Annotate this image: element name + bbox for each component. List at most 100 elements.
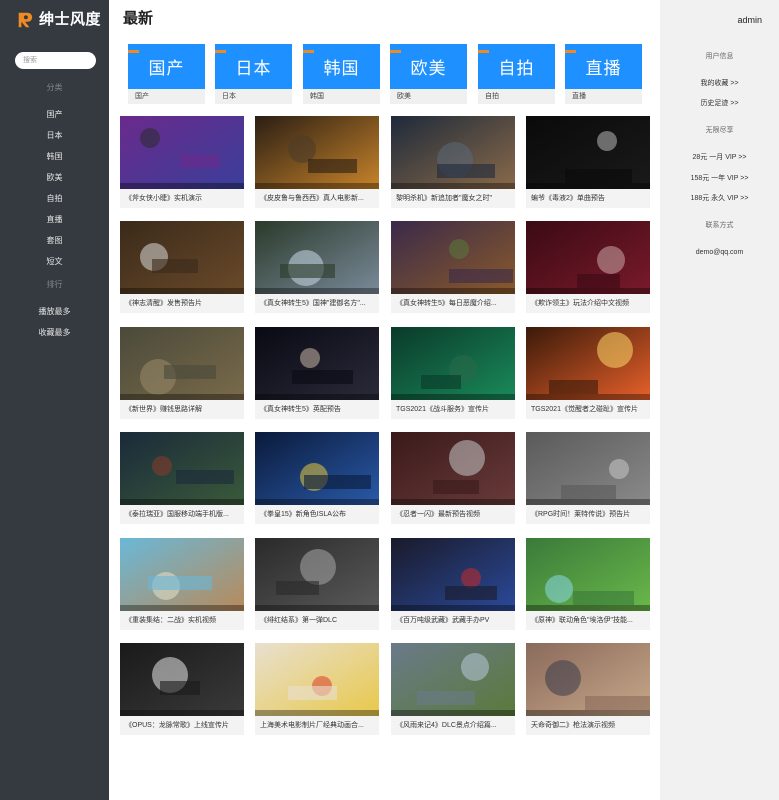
category-list: 国产 日本 韩国 欧美 自拍 直播 套图 短文	[0, 104, 109, 272]
video-caption[interactable]: 《绯红结系》第一弹DLC	[260, 616, 376, 625]
sidebar-item-guochan[interactable]: 国产	[0, 104, 109, 125]
video-thumbnail[interactable]	[255, 538, 379, 611]
video-thumbnail[interactable]	[391, 116, 515, 189]
video-thumbnail[interactable]	[255, 643, 379, 716]
vip-lifetime-link[interactable]: 188元 永久 VIP >>	[660, 194, 779, 203]
video-thumbnail[interactable]	[120, 221, 244, 294]
video-thumbnail[interactable]	[255, 221, 379, 294]
thumbnail-art	[391, 221, 515, 294]
video-caption[interactable]: 《欺诈领主》玩法介绍中文视频	[531, 299, 647, 308]
video-caption[interactable]: 《重装集结：二战》实机视频	[125, 616, 241, 625]
video-thumbnail[interactable]	[120, 432, 244, 505]
category-card-oumei[interactable]: 欧美 欧美	[390, 44, 467, 104]
video-caption[interactable]: TGS2021《战斗服务》宣传片	[396, 405, 512, 414]
username[interactable]: admin	[737, 15, 762, 25]
video-card[interactable]: 《真女神转生5》国神"建御名方"...	[255, 221, 379, 313]
sidebar-item-oumei[interactable]: 欧美	[0, 167, 109, 188]
sidebar-item-hanguo[interactable]: 韩国	[0, 146, 109, 167]
video-caption[interactable]: 《斧女侠小睫》实机演示	[125, 194, 241, 203]
video-card[interactable]: 《神志清醒》发售预告片	[120, 221, 244, 313]
video-caption[interactable]: 《皮皮鲁与鲁西西》真人电影新...	[260, 194, 376, 203]
video-thumbnail[interactable]	[391, 643, 515, 716]
category-card-hanguo[interactable]: 韩国 韩国	[303, 44, 380, 104]
favorites-link[interactable]: 我的收藏 >>	[660, 79, 779, 88]
video-thumbnail[interactable]	[391, 432, 515, 505]
video-card[interactable]: 《拳皇15》新角色ISLA公布	[255, 432, 379, 524]
thumbnail-art	[391, 643, 515, 716]
brand[interactable]: 绅士风度	[16, 10, 101, 30]
video-caption[interactable]: 《百万吨级武藏》武藏手办PV	[396, 616, 512, 625]
video-card[interactable]: 蝙爷《毒液2》单曲预告	[526, 116, 650, 208]
video-caption[interactable]: 上海美术电影制片厂经典动画合...	[260, 721, 376, 730]
video-thumbnail[interactable]	[526, 538, 650, 611]
video-card[interactable]: TGS2021《觉醒者之碰趾》宣传片	[526, 327, 650, 419]
video-caption[interactable]: 《忍者一闪》最新预告视频	[396, 510, 512, 519]
vip-yearly-link[interactable]: 158元 一年 VIP >>	[660, 174, 779, 183]
video-caption[interactable]: 《真女神转生5》国神"建御名方"...	[260, 299, 376, 308]
video-card[interactable]: 《新世界》赚钱思路详解	[120, 327, 244, 419]
video-caption[interactable]: 《拳皇15》新角色ISLA公布	[260, 510, 376, 519]
video-card[interactable]: 《OPUS：龙脉常歌》上线宣传片	[120, 643, 244, 735]
video-caption[interactable]: 《新世界》赚钱思路详解	[125, 405, 241, 414]
video-card[interactable]: 黎明杀机》新追加者"魔女之时"	[391, 116, 515, 208]
video-card[interactable]: 《原神》联动角色"埃洛伊"技能...	[526, 538, 650, 630]
video-thumbnail[interactable]	[120, 643, 244, 716]
sidebar-item-taotu[interactable]: 套图	[0, 230, 109, 251]
video-caption[interactable]: 《泰拉瑞亚》国服移动端手机版...	[125, 510, 241, 519]
sidebar-item-duanwen[interactable]: 短文	[0, 251, 109, 272]
video-thumbnail[interactable]	[120, 116, 244, 189]
vip-monthly-link[interactable]: 28元 一月 VIP >>	[660, 153, 779, 162]
video-card[interactable]: 上海美术电影制片厂经典动画合...	[255, 643, 379, 735]
video-thumbnail[interactable]	[526, 327, 650, 400]
video-card[interactable]: 《欺诈领主》玩法介绍中文视频	[526, 221, 650, 313]
sidebar-item-riben[interactable]: 日本	[0, 125, 109, 146]
video-card[interactable]: 《皮皮鲁与鲁西西》真人电影新...	[255, 116, 379, 208]
sidebar-item-most-played[interactable]: 播放最多	[0, 301, 109, 322]
video-card[interactable]: 《真女神转生5》每日恶魔介绍...	[391, 221, 515, 313]
contact-email[interactable]: demo@qq.com	[660, 248, 779, 257]
video-thumbnail[interactable]	[255, 116, 379, 189]
video-card[interactable]: 《真女神转生5》英配预告	[255, 327, 379, 419]
category-card-zhibo[interactable]: 直播 直播	[565, 44, 642, 104]
video-caption[interactable]: 《RPG时间！莱特传说》预告片	[531, 510, 647, 519]
video-card[interactable]: TGS2021《战斗服务》宣传片	[391, 327, 515, 419]
video-caption[interactable]: 《真女神转生5》英配预告	[260, 405, 376, 414]
video-caption[interactable]: 黎明杀机》新追加者"魔女之时"	[396, 194, 512, 203]
category-card-zipai[interactable]: 自拍 自拍	[478, 44, 555, 104]
video-thumbnail[interactable]	[526, 221, 650, 294]
video-caption[interactable]: 《OPUS：龙脉常歌》上线宣传片	[125, 721, 241, 730]
video-thumbnail[interactable]	[255, 432, 379, 505]
video-card[interactable]: 《斧女侠小睫》实机演示	[120, 116, 244, 208]
video-caption[interactable]: 《神志清醒》发售预告片	[125, 299, 241, 308]
video-thumbnail[interactable]	[526, 432, 650, 505]
video-caption[interactable]: 天命奇御二》枪法演示视频	[531, 721, 647, 730]
video-card[interactable]: 《忍者一闪》最新预告视频	[391, 432, 515, 524]
video-card[interactable]: 《百万吨级武藏》武藏手办PV	[391, 538, 515, 630]
search-input[interactable]	[15, 52, 96, 69]
video-caption[interactable]: 《真女神转生5》每日恶魔介绍...	[396, 299, 512, 308]
video-thumbnail[interactable]	[120, 538, 244, 611]
history-link[interactable]: 历史足迹 >>	[660, 99, 779, 108]
category-card-riben[interactable]: 日本 日本	[215, 44, 292, 104]
video-card[interactable]: 《绯红结系》第一弹DLC	[255, 538, 379, 630]
video-card[interactable]: 《风雨来记4》DLC景点介绍篇...	[391, 643, 515, 735]
video-card[interactable]: 《泰拉瑞亚》国服移动端手机版...	[120, 432, 244, 524]
video-thumbnail[interactable]	[391, 221, 515, 294]
video-thumbnail[interactable]	[391, 538, 515, 611]
video-card[interactable]: 《重装集结：二战》实机视频	[120, 538, 244, 630]
sidebar-item-zipai[interactable]: 自拍	[0, 188, 109, 209]
sidebar-item-most-favorited[interactable]: 收藏最多	[0, 322, 109, 343]
video-thumbnail[interactable]	[526, 643, 650, 716]
category-card-guochan[interactable]: 国产 国产	[128, 44, 205, 104]
video-thumbnail[interactable]	[391, 327, 515, 400]
video-thumbnail[interactable]	[526, 116, 650, 189]
video-card[interactable]: 《RPG时间！莱特传说》预告片	[526, 432, 650, 524]
video-caption[interactable]: 蝙爷《毒液2》单曲预告	[531, 194, 647, 203]
video-card[interactable]: 天命奇御二》枪法演示视频	[526, 643, 650, 735]
video-caption[interactable]: 《风雨来记4》DLC景点介绍篇...	[396, 721, 512, 730]
video-thumbnail[interactable]	[255, 327, 379, 400]
video-thumbnail[interactable]	[120, 327, 244, 400]
video-caption[interactable]: TGS2021《觉醒者之碰趾》宣传片	[531, 405, 647, 414]
sidebar-item-zhibo[interactable]: 直播	[0, 209, 109, 230]
video-caption[interactable]: 《原神》联动角色"埃洛伊"技能...	[531, 616, 647, 625]
